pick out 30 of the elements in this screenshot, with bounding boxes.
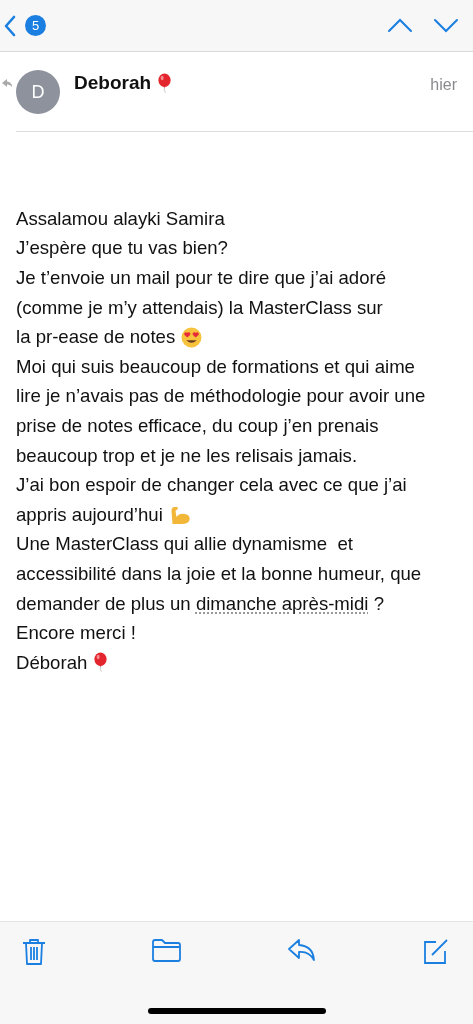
message-line: Je t’envoie un mail pour te dire que j’ai adoré [16,267,387,289]
unread-count-badge: 5 [25,15,46,36]
balloon-icon [157,72,173,94]
heart-eyes-emoji-icon [181,326,203,348]
message-line: Encore merci ! [16,622,136,645]
message-line: beaucoup trop et je ne les relisais jamais. [16,444,358,467]
message-line: Assalamou alayki Samira [16,207,225,230]
previous-message-button[interactable] [387,18,413,33]
sender-name: Deborah [74,72,152,94]
message-date: hier [430,76,457,94]
message-line: demander de plus un dimanche après-midi ? [16,592,384,615]
message-line: Déborah [16,651,88,674]
message-line: la pr-ease de notes [16,326,176,349]
message-line: J’espère que tu vas bien? [16,237,228,260]
message-line: J’ai bon espoir de changer cela avec ce que j’ai [16,474,407,497]
next-message-button[interactable] [433,18,459,33]
back-chevron-icon [4,14,16,37]
balloon-icon [93,652,109,674]
sender-avatar: D [16,70,60,114]
date-link[interactable]: dimanche après-midi [195,592,369,614]
compose-button[interactable] [422,938,449,966]
message-line: Moi qui suis beaucoup de formations et qui aime [16,355,415,378]
message-line: appris aujourd’hui [16,503,163,526]
back-button[interactable]: 5 [4,14,46,37]
message-line: Une MasterClass qui allie dynamisme et [16,533,353,556]
message-line: accessibilité dans la joie et la bonne humeur, que [16,562,422,585]
message-line: prise de notes efficace, du coup j’en prenais [16,414,379,437]
trash-button[interactable] [22,938,46,966]
message-line: lire je n’avais pas de méthodologie pour avoir une [16,385,426,408]
message-line: (comme je m’y attendais) la MasterClass sur [16,296,383,319]
